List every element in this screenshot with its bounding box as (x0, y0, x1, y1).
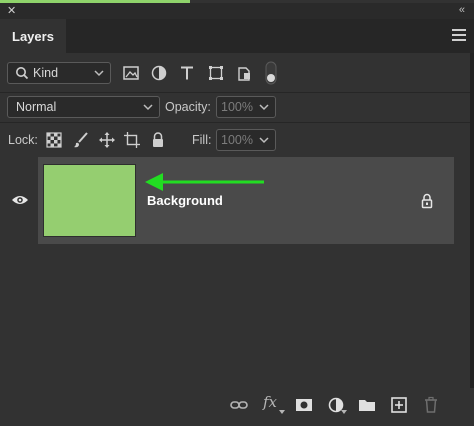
new-group-icon[interactable] (357, 395, 377, 415)
lock-row: Lock: Fill: 100% (0, 123, 474, 156)
chevron-down-icon (259, 137, 269, 144)
layer-thumbnail (43, 164, 136, 237)
add-mask-icon[interactable] (294, 395, 314, 415)
kind-filter-select[interactable]: Kind (7, 62, 111, 84)
chevron-down-icon (259, 104, 269, 111)
lock-image-pixels-icon[interactable] (72, 131, 90, 149)
fx-icon[interactable]: fx (263, 393, 277, 411)
opacity-label: Opacity: (165, 100, 211, 114)
blend-mode-value: Normal (16, 100, 57, 114)
lock-position-icon[interactable] (98, 131, 116, 149)
lock-transparent-pixels-icon[interactable] (45, 131, 63, 149)
fill-input[interactable]: 100% (216, 129, 276, 151)
image-filter-icon[interactable] (122, 64, 140, 82)
hamburger-menu-icon[interactable] (452, 29, 466, 41)
opacity-input[interactable]: 100% (216, 96, 276, 118)
opacity-value: 100% (221, 100, 253, 114)
fill-value: 100% (221, 133, 253, 147)
delete-layer-icon[interactable] (421, 395, 441, 415)
new-layer-icon[interactable] (389, 395, 409, 415)
chevron-down-icon (94, 70, 104, 77)
lock-label: Lock: (8, 133, 38, 147)
kind-filter-label: Kind (33, 66, 59, 80)
tab-layers[interactable]: Layers (0, 19, 66, 53)
collapse-panel-button[interactable]: « (459, 4, 465, 16)
fill-label: Fill: (192, 133, 212, 147)
fx-dropdown-icon (279, 410, 285, 414)
filter-toggle-icon[interactable] (263, 61, 279, 85)
eye-icon (12, 196, 28, 204)
lock-all-icon[interactable] (149, 131, 167, 149)
type-filter-icon[interactable] (178, 64, 196, 82)
chevron-down-icon (143, 104, 153, 111)
blend-mode-select[interactable]: Normal (7, 96, 160, 118)
filter-row: Kind (0, 53, 474, 93)
layers-bottom-toolbar: fx (0, 388, 474, 426)
scrollbar-track[interactable] (470, 53, 474, 426)
link-layers-icon[interactable] (229, 395, 249, 415)
search-icon (16, 67, 29, 80)
layer-name: Background (147, 193, 223, 208)
tab-layers-label: Layers (12, 28, 54, 44)
lock-icon (421, 193, 433, 209)
blend-row: Normal Opacity: 100% (0, 93, 474, 122)
panel-title-bar: ✕ « (0, 3, 474, 19)
visibility-toggle[interactable] (0, 157, 38, 244)
adjustment-dropdown-icon (341, 410, 347, 414)
annotation-arrow (145, 173, 264, 191)
smart-object-filter-icon[interactable] (236, 64, 254, 82)
layers-panel: ✕ « Layers Kind Normal Opacity: 100% Loc… (0, 0, 474, 426)
lock-artboard-icon[interactable] (123, 131, 141, 149)
tab-bar: Layers (0, 19, 474, 53)
shape-filter-icon[interactable] (207, 64, 225, 82)
adjustment-filter-icon[interactable] (150, 64, 168, 82)
close-panel-button[interactable]: ✕ (7, 5, 16, 17)
